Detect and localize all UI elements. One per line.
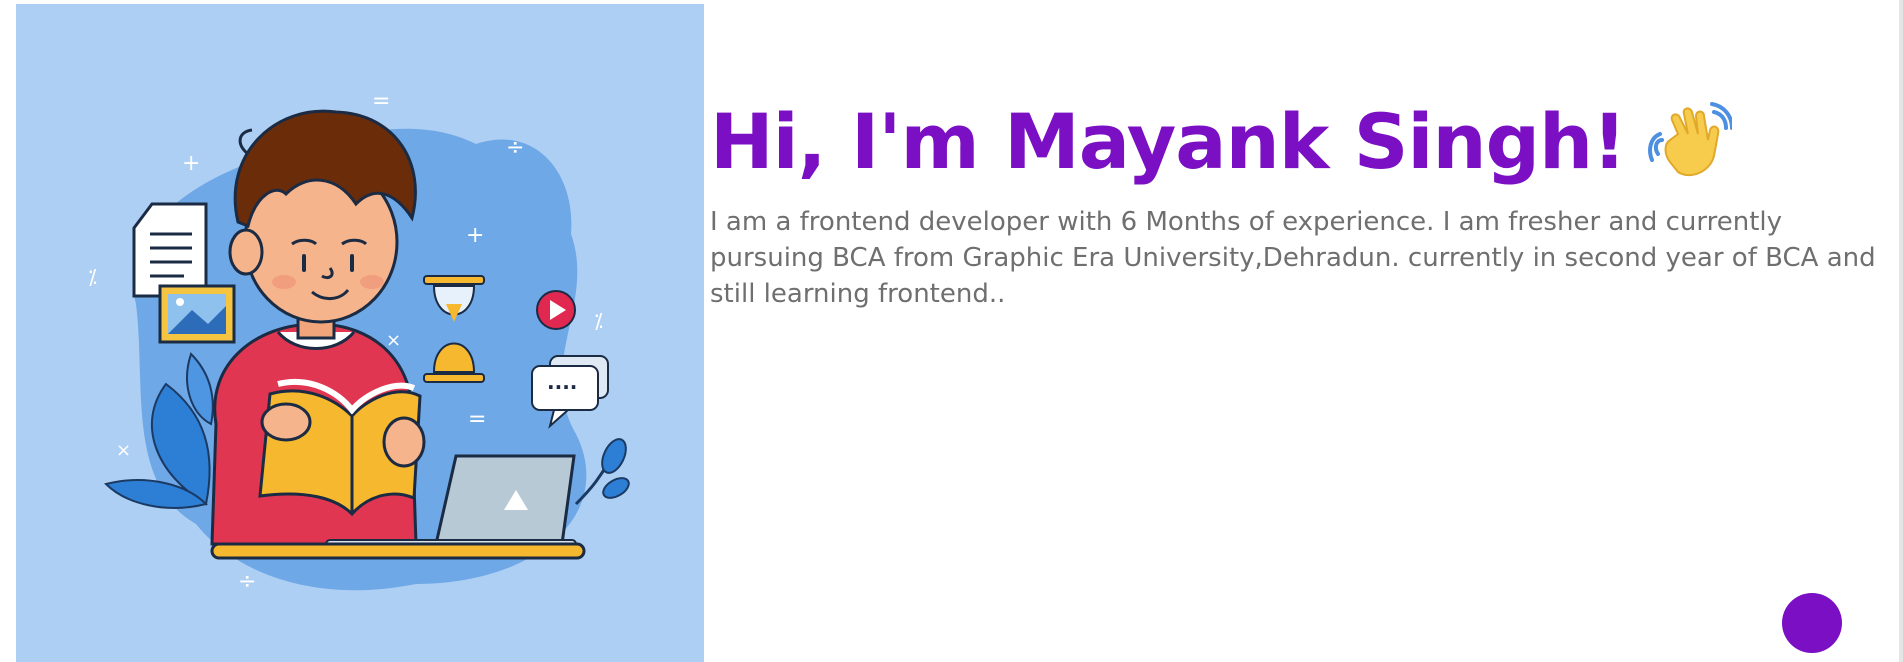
message-bubble-text: ····	[547, 375, 577, 399]
svg-text:÷: ÷	[238, 569, 256, 594]
svg-text:×: ×	[386, 330, 401, 351]
floating-action-button[interactable]	[1782, 593, 1842, 653]
hero-text-block: Hi, I'm Mayank Singh! I am a frontend de…	[710, 100, 1880, 312]
svg-text:=: =	[372, 89, 390, 114]
svg-text:÷: ÷	[506, 135, 524, 160]
page-title: Hi, I'm Mayank Singh!	[710, 97, 1627, 187]
svg-text:×: ×	[116, 440, 131, 461]
svg-text:⁒: ⁒	[594, 309, 603, 333]
svg-text:⁒: ⁒	[88, 265, 97, 289]
student-illustration-graphic: = + ÷ + ⁒ ⁒ × = × ÷ ····	[88, 89, 630, 594]
svg-text:+: +	[466, 223, 484, 248]
svg-text:=: =	[468, 407, 486, 432]
portfolio-page: = + ÷ + ⁒ ⁒ × = × ÷ ···· Hi, I'm Mayank …	[0, 0, 1903, 662]
svg-text:+: +	[182, 151, 200, 176]
hero-description: I am a frontend developer with 6 Months …	[710, 207, 1876, 309]
scrollbar-track[interactable]	[1899, 0, 1903, 662]
hero-illustration: = + ÷ + ⁒ ⁒ × = × ÷ ····	[16, 4, 704, 662]
hero-title-row: Hi, I'm Mayank Singh!	[710, 100, 1880, 184]
waving-hand-icon	[1647, 100, 1734, 184]
